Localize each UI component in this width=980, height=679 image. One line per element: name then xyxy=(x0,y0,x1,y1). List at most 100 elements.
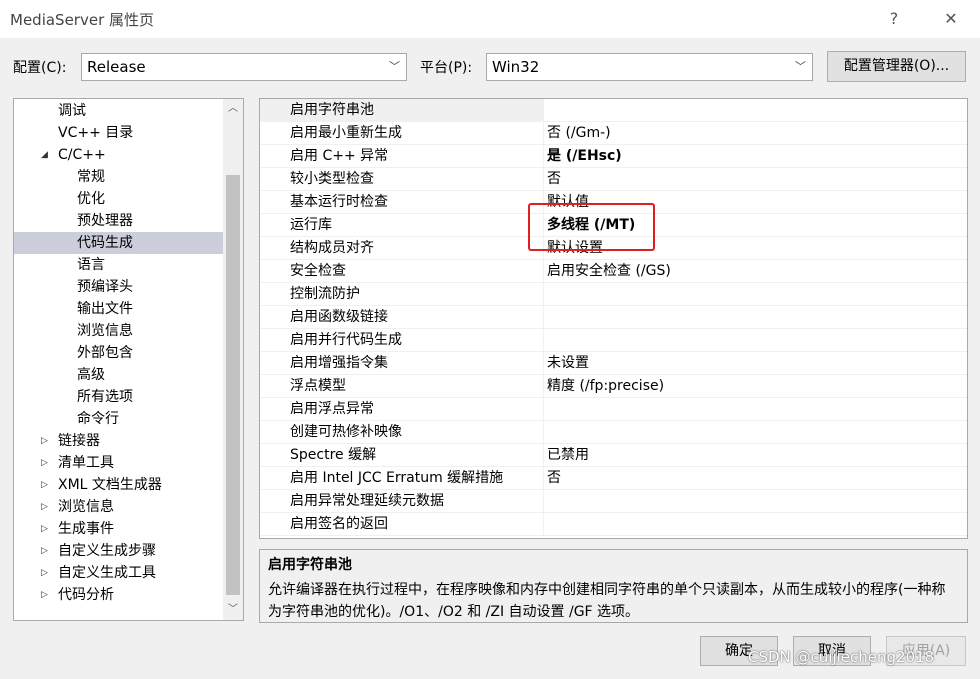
tree-item-label: 自定义生成工具 xyxy=(58,565,156,581)
property-row[interactable]: 启用签名的返回 xyxy=(260,513,967,536)
platform-select[interactable]: Win32 ﹀ xyxy=(486,53,813,81)
tree-item-label: 常规 xyxy=(77,169,105,185)
property-name: 浮点模型 xyxy=(260,375,544,398)
scroll-up-icon[interactable]: ︿ xyxy=(223,99,243,119)
tree-item[interactable]: ◢ C/C++ xyxy=(14,144,223,166)
property-value[interactable]: 启用安全检查 (/GS) xyxy=(547,260,671,282)
tree-item[interactable]: ▷ XML 文档生成器 xyxy=(14,474,223,496)
window-title: MediaServer 属性页 xyxy=(10,11,155,29)
tree-item[interactable]: 预编译头 xyxy=(14,276,223,298)
property-value[interactable]: 否 (/Gm-) xyxy=(547,122,611,144)
tree-scrollbar[interactable]: ︿ ﹀ xyxy=(223,99,243,620)
property-value[interactable]: 默认值 xyxy=(547,191,589,213)
tree-item-label: XML 文档生成器 xyxy=(58,477,162,493)
property-row[interactable]: 创建可热修补映像 xyxy=(260,421,967,444)
tree-item[interactable]: 浏览信息 xyxy=(14,320,223,342)
property-name: 创建可热修补映像 xyxy=(260,421,544,444)
property-name: 启用 C++ 异常 xyxy=(260,145,544,168)
property-value[interactable]: 多线程 (/MT) xyxy=(547,214,635,236)
property-row[interactable]: 启用函数级链接 xyxy=(260,306,967,329)
tree-item[interactable]: 调试 xyxy=(14,100,223,122)
property-row[interactable]: Spectre 缓解 已禁用 xyxy=(260,444,967,467)
property-grid[interactable]: 启用字符串池 启用最小重新生成否 (/Gm-) 启用 C++ 异常是 (/EHsc)… xyxy=(259,98,968,539)
tree-item[interactable]: 输出文件 xyxy=(14,298,223,320)
platform-select-value: Win32 xyxy=(492,58,540,76)
config-select-value: Release xyxy=(87,58,146,76)
expand-triangle-icon[interactable]: ▷ xyxy=(41,430,48,452)
property-name: 启用浮点异常 xyxy=(260,398,544,421)
config-manager-button[interactable]: 配置管理器(O)... xyxy=(827,51,966,82)
property-row[interactable]: 控制流防护 xyxy=(260,283,967,306)
chevron-down-icon: ﹀ xyxy=(795,60,806,73)
property-name: 结构成员对齐 xyxy=(260,237,544,260)
tree-item[interactable]: ▷ 自定义生成步骤 xyxy=(14,540,223,562)
property-row[interactable]: 启用增强指令集 未设置 xyxy=(260,352,967,375)
tree-item-label: 优化 xyxy=(77,191,105,207)
tree-item[interactable]: 高级 xyxy=(14,364,223,386)
property-value[interactable]: 否 xyxy=(547,467,561,489)
property-row[interactable]: 运行库 多线程 (/MT) xyxy=(260,214,967,237)
tree-item-label: 高级 xyxy=(77,367,105,383)
tree-item[interactable]: ▷ 清单工具 xyxy=(14,452,223,474)
property-row[interactable]: 启用最小重新生成否 (/Gm-) xyxy=(260,122,967,145)
property-row[interactable]: 基本运行时检查 默认值 xyxy=(260,191,967,214)
expand-triangle-icon[interactable]: ▷ xyxy=(41,474,48,496)
property-value[interactable]: 默认设置 xyxy=(547,237,603,259)
property-row[interactable]: 启用并行代码生成 xyxy=(260,329,967,352)
tree-item-label: 命令行 xyxy=(77,411,119,427)
tree-item[interactable]: 代码生成 xyxy=(14,232,223,254)
tree-item-label: 链接器 xyxy=(58,433,100,449)
tree-item-label: VC++ 目录 xyxy=(58,125,134,141)
property-row[interactable]: 浮点模型 精度 (/fp:precise) xyxy=(260,375,967,398)
scroll-thumb[interactable] xyxy=(226,175,240,595)
property-row[interactable]: 启用浮点异常 xyxy=(260,398,967,421)
scroll-down-icon[interactable]: ﹀ xyxy=(223,600,243,620)
tree-item[interactable]: ▷ 链接器 xyxy=(14,430,223,452)
help-button[interactable]: ? xyxy=(880,6,908,32)
property-name: 较小类型检查 xyxy=(260,168,544,191)
tree-item[interactable]: 外部包含 xyxy=(14,342,223,364)
property-value[interactable]: 是 (/EHsc) xyxy=(547,145,622,167)
tree-item-label: 代码生成 xyxy=(77,235,133,251)
category-tree[interactable]: ▷ 代码分析 ▷ 自定义生成工具 ▷ 自定义生成步骤 ▷ 生成事件 ▷ 浏览信息 ▷ XML 文档生成… xyxy=(13,98,244,621)
property-name: 启用字符串池 xyxy=(260,99,544,122)
expand-triangle-icon[interactable]: ▷ xyxy=(41,584,48,606)
property-row[interactable]: 启用 Intel JCC Erratum 缓解措施否 xyxy=(260,467,967,490)
expand-triangle-icon[interactable]: ▷ xyxy=(41,540,48,562)
property-row[interactable]: 启用 C++ 异常是 (/EHsc) xyxy=(260,145,967,168)
tree-item[interactable]: ▷ 生成事件 xyxy=(14,518,223,540)
tree-item[interactable]: 语言 xyxy=(14,254,223,276)
property-value[interactable]: 已禁用 xyxy=(547,444,589,466)
property-name: Spectre 缓解 xyxy=(260,444,544,467)
tree-item[interactable]: 所有选项 xyxy=(14,386,223,408)
tree-item-label: 输出文件 xyxy=(77,301,133,317)
tree-item[interactable]: 命令行 xyxy=(14,408,223,430)
property-row[interactable]: 结构成员对齐 默认设置 xyxy=(260,237,967,260)
tree-item[interactable]: VC++ 目录 xyxy=(14,122,223,144)
tree-item[interactable]: 优化 xyxy=(14,188,223,210)
expand-triangle-icon[interactable]: ▷ xyxy=(41,452,48,474)
tree-item[interactable]: ▷ 浏览信息 xyxy=(14,496,223,518)
tree-item[interactable]: 常规 xyxy=(14,166,223,188)
property-value[interactable]: 未设置 xyxy=(547,352,589,374)
property-value[interactable]: 否 xyxy=(547,168,561,190)
tree-item[interactable]: ▷ 代码分析 xyxy=(14,584,223,606)
property-row[interactable]: 启用字符串池 xyxy=(260,99,967,122)
expand-triangle-icon[interactable]: ▷ xyxy=(41,562,48,584)
tree-item[interactable]: ▷ 自定义生成工具 xyxy=(14,562,223,584)
platform-label: 平台(P): xyxy=(420,60,473,76)
description-title: 启用字符串池 xyxy=(268,557,352,573)
property-row[interactable]: 启用异常处理延续元数据 xyxy=(260,490,967,513)
collapse-triangle-icon[interactable]: ◢ xyxy=(41,144,48,166)
expand-triangle-icon[interactable]: ▷ xyxy=(41,518,48,540)
property-row[interactable]: 较小类型检查否 xyxy=(260,168,967,191)
expand-triangle-icon[interactable]: ▷ xyxy=(41,496,48,518)
property-name: 启用签名的返回 xyxy=(260,513,544,536)
tree-item[interactable]: 预处理器 xyxy=(14,210,223,232)
close-button[interactable]: ✕ xyxy=(937,6,965,32)
config-select[interactable]: Release ﹀ xyxy=(81,53,407,81)
tree-item-label: 自定义生成步骤 xyxy=(58,543,156,559)
property-value[interactable]: 精度 (/fp:precise) xyxy=(547,375,664,397)
property-row[interactable]: 安全检查 启用安全检查 (/GS) xyxy=(260,260,967,283)
title-bar: MediaServer 属性页 ? ✕ xyxy=(0,0,980,38)
